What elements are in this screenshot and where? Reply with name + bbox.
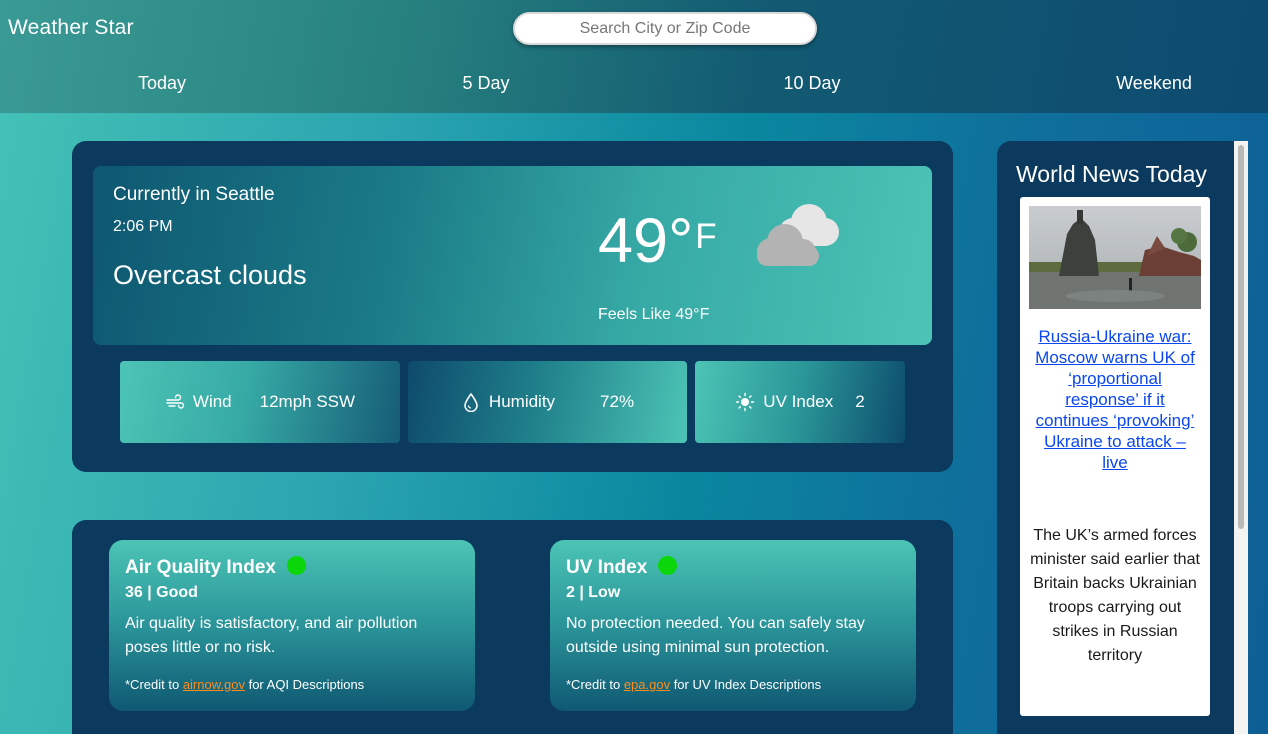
temperature-value: 49° bbox=[598, 206, 694, 276]
search-input[interactable] bbox=[513, 12, 817, 45]
news-panel[interactable]: World News Today Russia-Ukraine war: Mos… bbox=[997, 141, 1248, 734]
wind-value: 12mph SSW bbox=[259, 392, 356, 411]
aqi-title-text: Air Quality Index bbox=[125, 557, 276, 578]
tab-5-day[interactable]: 5 Day bbox=[462, 73, 509, 94]
tab-10-day[interactable]: 10 Day bbox=[783, 73, 840, 94]
header: Weather Star Today 5 Day 10 Day Weekend bbox=[0, 0, 1268, 113]
uvi-value: 2 | Low bbox=[566, 584, 621, 601]
aqi-description: Air quality is satisfactory, and air pol… bbox=[125, 615, 418, 656]
current-weather-panel: Currently in Seattle 2:06 PM Overcast cl… bbox=[72, 141, 953, 472]
cloud-icon bbox=[757, 204, 839, 266]
aqi-value: 36 | Good bbox=[125, 584, 198, 601]
news-heading: World News Today bbox=[1016, 161, 1207, 187]
news-scrollbar[interactable] bbox=[1234, 141, 1248, 734]
temperature-display: 49°F bbox=[598, 206, 717, 276]
index-panel: Air Quality Index 36 | Good Air quality … bbox=[72, 520, 953, 734]
tab-weekend[interactable]: Weekend bbox=[1116, 73, 1192, 94]
wind-label: Wind bbox=[192, 392, 232, 411]
uvi-credit: *Credit to epa.gov for UV Index Descript… bbox=[566, 677, 821, 692]
uvi-title-text: UV Index bbox=[566, 557, 648, 578]
airnow-link[interactable]: airnow.gov bbox=[183, 677, 245, 692]
wind-icon bbox=[166, 394, 185, 409]
news-article-headline-link[interactable]: Russia-Ukraine war: Moscow warns UK of ‘… bbox=[1030, 326, 1200, 473]
temperature-unit: F bbox=[695, 217, 717, 256]
uvi-description: No protection needed. You can safely sta… bbox=[566, 615, 865, 656]
air-quality-card: Air Quality Index 36 | Good Air quality … bbox=[109, 540, 475, 711]
humidity-stat: Humidity 72% bbox=[408, 361, 687, 443]
aqi-credit: *Credit to airnow.gov for AQI Descriptio… bbox=[125, 677, 364, 692]
news-article-card: Russia-Ukraine war: Moscow warns UK of ‘… bbox=[1020, 197, 1210, 716]
uvi-credit-prefix: *Credit to bbox=[566, 677, 624, 692]
uvi-credit-suffix: for UV Index Descriptions bbox=[670, 677, 822, 692]
uv-value: 2 bbox=[855, 392, 865, 411]
app-title: Weather Star bbox=[8, 16, 134, 39]
aqi-status-dot bbox=[286, 555, 306, 575]
current-description: Overcast clouds bbox=[113, 260, 307, 290]
current-conditions-card: Currently in Seattle 2:06 PM Overcast cl… bbox=[93, 166, 932, 345]
uv-label: UV Index bbox=[763, 392, 834, 411]
uv-stat: UV Index 2 bbox=[695, 361, 905, 443]
news-article-summary: The UK’s armed forces minister said earl… bbox=[1030, 527, 1200, 664]
droplet-icon bbox=[464, 392, 478, 412]
uvi-status-dot bbox=[658, 555, 678, 575]
feels-like: Feels Like 49°F bbox=[598, 306, 710, 323]
aqi-credit-prefix: *Credit to bbox=[125, 677, 183, 692]
wind-stat: Wind 12mph SSW bbox=[120, 361, 400, 443]
uvi-title: UV Index bbox=[566, 555, 678, 579]
news-scrollbar-thumb[interactable] bbox=[1238, 145, 1244, 529]
current-location-title: Currently in Seattle bbox=[113, 184, 275, 205]
aqi-title: Air Quality Index bbox=[125, 555, 306, 579]
humidity-label: Humidity bbox=[488, 392, 556, 411]
aqi-credit-suffix: for AQI Descriptions bbox=[244, 677, 365, 692]
news-article-image bbox=[1029, 206, 1201, 309]
current-time: 2:06 PM bbox=[113, 218, 173, 235]
humidity-value: 72% bbox=[600, 392, 635, 411]
tab-today[interactable]: Today bbox=[138, 73, 186, 94]
uv-index-card: UV Index 2 | Low No protection needed. Y… bbox=[550, 540, 916, 711]
epa-link[interactable]: epa.gov bbox=[624, 677, 670, 692]
sun-icon bbox=[736, 392, 755, 412]
